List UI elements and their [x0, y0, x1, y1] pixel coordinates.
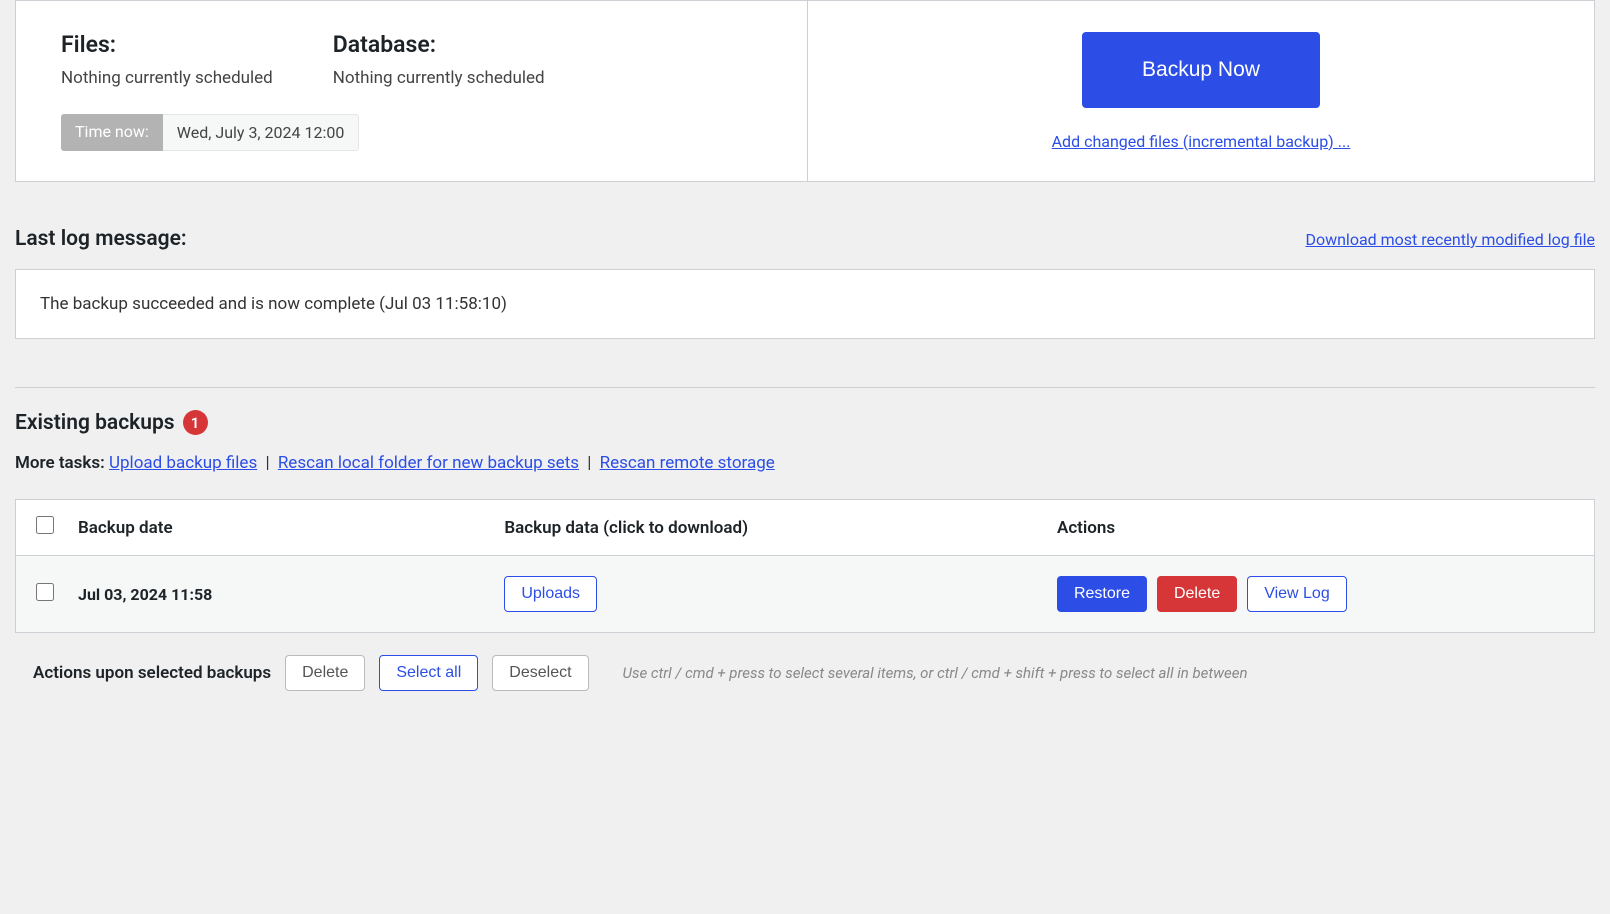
deselect-button[interactable]: Deselect	[492, 655, 588, 691]
existing-backups-heading: Existing backups	[15, 411, 175, 435]
bulk-actions-label: Actions upon selected backups	[33, 663, 271, 683]
database-heading: Database:	[333, 31, 545, 58]
time-now-label: Time now:	[61, 114, 163, 151]
backup-date-header: Backup date	[66, 500, 492, 556]
download-log-link[interactable]: Download most recently modified log file	[1305, 230, 1595, 249]
backup-data-cell: Uploads	[492, 556, 1045, 633]
view-log-button[interactable]: View Log	[1247, 576, 1347, 612]
more-tasks-row: More tasks: Upload backup files | Rescan…	[15, 453, 1595, 473]
upload-backup-link[interactable]: Upload backup files	[109, 453, 257, 473]
schedule-info: Files: Nothing currently scheduled Datab…	[16, 1, 807, 181]
backup-now-button[interactable]: Backup Now	[1082, 32, 1320, 108]
table-row: Jul 03, 2024 11:58 Uploads Restore Delet…	[16, 556, 1595, 633]
separator: |	[265, 453, 269, 473]
backup-count-badge: 1	[183, 410, 208, 435]
download-uploads-button[interactable]: Uploads	[504, 576, 597, 612]
row-select-cell	[16, 556, 67, 633]
existing-backups-header: Existing backups 1	[15, 410, 1595, 435]
delete-button[interactable]: Delete	[1157, 576, 1237, 612]
database-schedule: Database: Nothing currently scheduled	[333, 31, 545, 88]
more-tasks-label: More tasks:	[15, 453, 105, 473]
rescan-remote-link[interactable]: Rescan remote storage	[600, 453, 775, 473]
select-all-header	[16, 500, 67, 556]
bulk-hint: Use ctrl / cmd + press to select several…	[623, 664, 1248, 682]
files-status: Nothing currently scheduled	[61, 68, 273, 88]
table-header-row: Backup date Backup data (click to downlo…	[16, 500, 1595, 556]
log-message-panel: The backup succeeded and is now complete…	[15, 269, 1595, 339]
section-divider	[15, 387, 1595, 388]
log-message-text: The backup succeeded and is now complete…	[40, 294, 507, 314]
backup-now-area: Backup Now Add changed files (incrementa…	[807, 1, 1594, 181]
backup-data-header: Backup data (click to download)	[492, 500, 1045, 556]
rescan-local-link[interactable]: Rescan local folder for new backup sets	[278, 453, 579, 473]
log-section-header: Last log message: Download most recently…	[15, 227, 1595, 251]
time-now: Time now: Wed, July 3, 2024 12:00	[61, 114, 767, 151]
select-all-button[interactable]: Select all	[379, 655, 478, 691]
files-heading: Files:	[61, 31, 273, 58]
row-checkbox[interactable]	[36, 583, 54, 601]
database-status: Nothing currently scheduled	[333, 68, 545, 88]
files-schedule: Files: Nothing currently scheduled	[61, 31, 273, 88]
actions-header: Actions	[1045, 500, 1595, 556]
restore-button[interactable]: Restore	[1057, 576, 1147, 612]
backup-date-cell: Jul 03, 2024 11:58	[66, 556, 492, 633]
log-heading: Last log message:	[15, 227, 187, 251]
select-all-checkbox[interactable]	[36, 516, 54, 534]
actions-cell: Restore Delete View Log	[1045, 556, 1595, 633]
schedule-panel: Files: Nothing currently scheduled Datab…	[15, 0, 1595, 182]
time-now-value: Wed, July 3, 2024 12:00	[163, 114, 360, 151]
bulk-delete-button[interactable]: Delete	[285, 655, 365, 691]
separator: |	[587, 453, 591, 473]
bulk-actions-row: Actions upon selected backups Delete Sel…	[15, 655, 1595, 691]
backups-table: Backup date Backup data (click to downlo…	[15, 499, 1595, 633]
incremental-backup-link[interactable]: Add changed files (incremental backup) .…	[1052, 132, 1351, 151]
